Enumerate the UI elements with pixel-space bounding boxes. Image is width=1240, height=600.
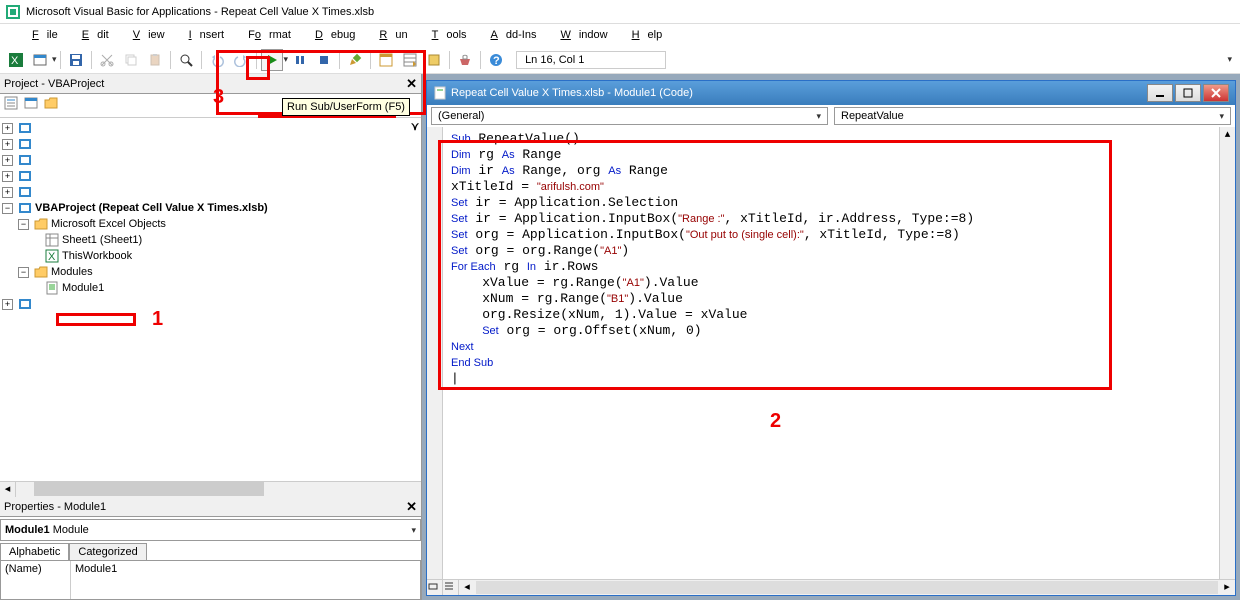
object-dropdown[interactable]: (General)▾ (431, 107, 828, 125)
cut-button[interactable] (96, 49, 118, 71)
project-panel-title: Project - VBAProject (4, 78, 104, 90)
menu-addins[interactable]: Add-Ins (483, 27, 553, 43)
toggle-folders-button[interactable] (44, 96, 64, 116)
tab-categorized[interactable]: Categorized (69, 543, 146, 560)
code-window-title-bar[interactable]: Repeat Cell Value X Times.xlsb - Module1… (427, 81, 1235, 105)
thisworkbook-item[interactable]: ThisWorkbook (62, 250, 132, 262)
module1-item[interactable]: Module1 (62, 282, 104, 294)
svg-text:?: ? (493, 55, 500, 67)
project-panel-close-button[interactable]: ✕ (406, 76, 417, 92)
view-code-button[interactable] (4, 96, 24, 116)
code-window: Repeat Cell Value X Times.xlsb - Module1… (426, 80, 1236, 596)
properties-grid[interactable]: (Name) Module1 (0, 560, 421, 600)
sheet-icon (45, 233, 59, 247)
run-tooltip: Run Sub/UserForm (F5) (282, 98, 410, 116)
minimize-button[interactable] (1147, 84, 1173, 102)
excel-objects-folder[interactable]: Microsoft Excel Objects (51, 218, 166, 230)
scroll-indicator: ⋎ (411, 120, 419, 133)
expand-icon[interactable]: + (2, 139, 13, 150)
module-icon (45, 281, 59, 295)
menu-file[interactable]: File (24, 27, 74, 43)
code-v-scrollbar[interactable]: ▴ (1219, 127, 1235, 579)
sheet-item[interactable]: Sheet1 (Sheet1) (62, 234, 142, 246)
properties-title: Properties - Module1 (4, 501, 106, 513)
expand-icon[interactable]: + (2, 187, 13, 198)
module-icon (433, 86, 447, 100)
project-icon (18, 201, 32, 215)
procedure-dropdown[interactable]: RepeatValue▾ (834, 107, 1231, 125)
tab-alphabetic[interactable]: Alphabetic (0, 543, 69, 560)
collapse-icon[interactable]: − (18, 219, 29, 230)
menu-help[interactable]: Help (624, 27, 679, 43)
folder-icon (34, 265, 48, 279)
expand-icon[interactable]: + (2, 123, 13, 134)
svg-text:X: X (11, 55, 19, 67)
code-editor[interactable]: Sub RepeatValue() Dim rg As Range Dim ir… (443, 127, 1219, 579)
workbook-icon: X (45, 249, 59, 263)
properties-button[interactable] (399, 49, 421, 71)
project-icon (18, 169, 32, 183)
code-gutter (427, 127, 443, 579)
project-h-scrollbar[interactable]: ◂ (0, 481, 421, 497)
menu-tools[interactable]: Tools (424, 27, 483, 43)
object-browser-button[interactable] (423, 49, 445, 71)
project-icon (18, 153, 32, 167)
vba-app-icon (6, 5, 20, 19)
menu-format[interactable]: Format (240, 27, 307, 43)
properties-object-selector[interactable]: Module1 Module ▾ (0, 519, 421, 541)
close-button[interactable] (1203, 84, 1229, 102)
project-panel-header: Project - VBAProject ✕ (0, 74, 421, 94)
maximize-button[interactable] (1175, 84, 1201, 102)
undo-button[interactable] (206, 49, 228, 71)
copy-button[interactable] (120, 49, 142, 71)
toolbox-button[interactable] (454, 49, 476, 71)
menu-bar: File Edit View Insert Format Debug Run T… (0, 24, 1240, 46)
expand-icon[interactable]: + (2, 299, 13, 310)
save-button[interactable] (65, 49, 87, 71)
project-icon (18, 297, 32, 311)
paste-button[interactable] (144, 49, 166, 71)
prop-name-label: (Name) (1, 561, 71, 599)
view-object-button[interactable] (24, 96, 44, 116)
svg-text:X: X (48, 251, 56, 263)
expand-icon[interactable]: + (2, 171, 13, 182)
properties-panel-header: Properties - Module1 ✕ (0, 497, 421, 517)
window-title-bar: Microsoft Visual Basic for Applications … (0, 0, 1240, 24)
modules-folder[interactable]: Modules (51, 266, 93, 278)
help-button[interactable]: ? (485, 49, 507, 71)
collapse-icon[interactable]: − (2, 203, 13, 214)
project-icon (18, 121, 32, 135)
window-title: Microsoft Visual Basic for Applications … (26, 6, 374, 18)
standard-toolbar: X ▾ ▾ ? Ln 16, Col 1 ▾ (0, 46, 1240, 74)
menu-insert[interactable]: Insert (181, 27, 241, 43)
full-module-view-button[interactable] (443, 580, 459, 595)
menu-run[interactable]: Run (371, 27, 423, 43)
menu-view[interactable]: View (125, 27, 181, 43)
reset-button[interactable] (313, 49, 335, 71)
code-window-title: Repeat Cell Value X Times.xlsb - Module1… (451, 87, 693, 99)
project-tree[interactable]: + + + + + −VBAProject (Repeat Cell Value… (0, 118, 421, 481)
view-excel-button[interactable]: X (5, 49, 27, 71)
expand-icon[interactable]: + (2, 155, 13, 166)
procedure-view-button[interactable] (427, 580, 443, 595)
collapse-icon[interactable]: − (18, 267, 29, 278)
insert-module-button[interactable] (29, 49, 51, 71)
break-button[interactable] (289, 49, 311, 71)
redo-button[interactable] (230, 49, 252, 71)
project-icon (18, 185, 32, 199)
menu-debug[interactable]: Debug (307, 27, 371, 43)
prop-name-value[interactable]: Module1 (71, 561, 420, 599)
project-explorer-button[interactable] (375, 49, 397, 71)
design-mode-button[interactable] (344, 49, 366, 71)
folder-icon (34, 217, 48, 231)
project-icon (18, 137, 32, 151)
properties-close-button[interactable]: ✕ (406, 499, 417, 515)
menu-edit[interactable]: Edit (74, 27, 125, 43)
find-button[interactable] (175, 49, 197, 71)
run-button[interactable] (261, 49, 283, 71)
project-root[interactable]: VBAProject (Repeat Cell Value X Times.xl… (35, 202, 268, 214)
menu-window[interactable]: Window (552, 27, 623, 43)
cursor-position: Ln 16, Col 1 (516, 51, 666, 69)
